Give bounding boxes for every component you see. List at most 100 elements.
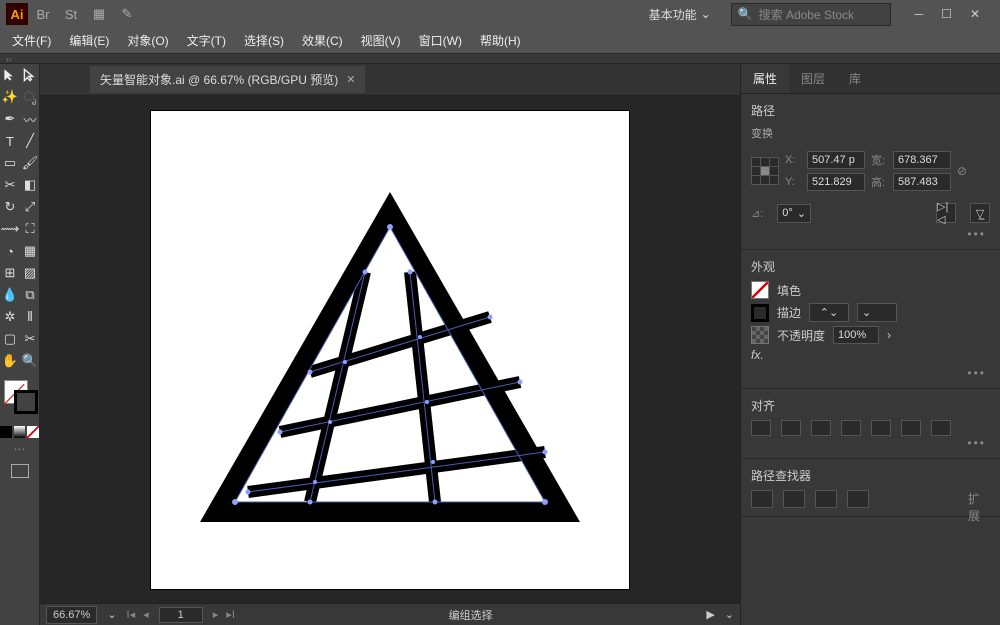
h-input[interactable]: 587.483 <box>893 173 951 191</box>
line-tool[interactable]: ╱ <box>20 130 40 152</box>
nav-prev-icon[interactable]: ◂ <box>143 608 149 621</box>
fill-stroke-control[interactable] <box>0 378 40 424</box>
pathfinder-expand-label[interactable]: 扩展 <box>968 490 990 508</box>
shape-builder-tool[interactable]: ◔ <box>0 240 20 262</box>
close-tab-icon[interactable]: ✕ <box>346 73 355 86</box>
artboard-tool[interactable]: ▢ <box>0 328 20 350</box>
transform-more-icon[interactable]: ••• <box>751 227 990 241</box>
tab-libraries[interactable]: 库 <box>837 64 873 93</box>
hand-tool[interactable]: ✋ <box>0 350 20 372</box>
bridge-icon[interactable]: Br <box>34 5 52 23</box>
status-chevron-icon[interactable]: ⌄ <box>725 608 734 621</box>
opacity-swatch[interactable] <box>751 326 769 344</box>
align-right-button[interactable] <box>811 420 831 436</box>
align-left-button[interactable] <box>751 420 771 436</box>
document-tab[interactable]: 矢量智能对象.ai @ 66.67% (RGB/GPU 预览) ✕ <box>90 66 365 93</box>
w-input[interactable]: 678.367 <box>893 151 951 169</box>
align-hcenter-button[interactable] <box>781 420 801 436</box>
reference-point-selector[interactable] <box>751 157 779 185</box>
nav-last-icon[interactable]: ▸I <box>226 608 235 621</box>
menu-effect[interactable]: 效果(C) <box>294 29 351 52</box>
eraser-tool[interactable]: ◧ <box>20 174 40 196</box>
align-vcenter-button[interactable] <box>871 420 891 436</box>
align-bottom-button[interactable] <box>901 420 921 436</box>
stock-search[interactable]: 🔍 搜索 Adobe Stock <box>731 3 891 26</box>
eyedropper-tool[interactable]: 💧 <box>0 284 20 306</box>
shaper-tool[interactable]: ✂ <box>0 174 20 196</box>
artboard-number[interactable]: 1 <box>159 607 203 623</box>
menu-select[interactable]: 选择(S) <box>236 29 292 52</box>
opacity-input[interactable]: 100% <box>833 326 879 344</box>
canvas[interactable] <box>40 96 740 603</box>
mesh-tool[interactable]: ⊞ <box>0 262 20 284</box>
width-tool[interactable]: ⟿ <box>0 218 20 240</box>
align-top-button[interactable] <box>841 420 861 436</box>
blend-tool[interactable]: ⧉ <box>20 284 40 306</box>
tab-layers[interactable]: 图层 <box>789 64 837 93</box>
brush-icon[interactable]: ✎ <box>118 5 136 23</box>
scale-tool[interactable]: ⤢ <box>20 196 40 218</box>
menu-file[interactable]: 文件(F) <box>4 29 59 52</box>
flip-horizontal-button[interactable]: ▷|◁ <box>936 203 956 223</box>
angle-input[interactable]: 0°⌄ <box>777 204 811 223</box>
curvature-tool[interactable]: 〰 <box>20 108 40 130</box>
link-wh-icon[interactable]: ⊘ <box>957 164 967 178</box>
nav-first-icon[interactable]: I◂ <box>127 608 136 621</box>
appearance-more-icon[interactable]: ••• <box>751 366 990 380</box>
menu-window[interactable]: 窗口(W) <box>411 29 470 52</box>
flip-vertical-button[interactable]: ▽̲ <box>970 203 990 223</box>
free-transform-tool[interactable]: ⛶ <box>20 218 40 240</box>
perspective-tool[interactable]: ▦ <box>20 240 40 262</box>
rotate-tool[interactable]: ↻ <box>0 196 20 218</box>
maximize-button[interactable]: ☐ <box>941 7 952 21</box>
type-tool[interactable]: T <box>0 130 20 152</box>
pathfinder-minus-front-button[interactable] <box>783 490 805 508</box>
stroke-weight-stepper[interactable]: ⌃⌄ <box>809 303 849 322</box>
zoom-chevron-icon[interactable]: ⌄ <box>107 608 116 621</box>
nav-next-icon[interactable]: ▸ <box>213 608 219 621</box>
stock-icon[interactable]: St <box>62 5 80 23</box>
magic-wand-tool[interactable]: ✨ <box>0 86 20 108</box>
menu-edit[interactable]: 编辑(E) <box>61 29 117 52</box>
direct-selection-tool[interactable] <box>20 64 40 86</box>
lasso-tool[interactable]: ೃ <box>20 86 40 108</box>
paintbrush-tool[interactable]: 🖌 <box>20 152 40 174</box>
play-icon[interactable]: ▶ <box>706 608 714 621</box>
zoom-tool[interactable]: 🔍 <box>20 350 40 372</box>
close-button[interactable]: ✕ <box>970 7 980 21</box>
draw-mode-dots[interactable]: ⋯ <box>0 442 39 456</box>
y-input[interactable]: 521.829 <box>807 173 865 191</box>
stroke-swatch[interactable] <box>14 390 38 414</box>
color-mode-gradient[interactable] <box>14 426 26 438</box>
pathfinder-intersect-button[interactable] <box>815 490 837 508</box>
menu-help[interactable]: 帮助(H) <box>472 29 529 52</box>
workspace-switcher[interactable]: 基本功能 ⌄ <box>643 4 717 25</box>
distribute-button[interactable] <box>931 420 951 436</box>
menu-type[interactable]: 文字(T) <box>179 29 234 52</box>
rectangle-tool[interactable]: ▭ <box>0 152 20 174</box>
selection-tool[interactable] <box>0 64 20 86</box>
color-mode-none[interactable] <box>27 426 39 438</box>
tab-properties[interactable]: 属性 <box>741 64 789 93</box>
control-bar-grip[interactable]: ‹‹ <box>0 54 1000 64</box>
screen-mode-button[interactable] <box>0 464 39 478</box>
gradient-tool[interactable]: ▨ <box>20 262 40 284</box>
menu-view[interactable]: 视图(V) <box>353 29 409 52</box>
stroke-color-swatch[interactable] <box>751 304 769 322</box>
x-input[interactable]: 507.47 p <box>807 151 865 169</box>
color-mode-solid[interactable] <box>0 426 12 438</box>
fill-color-swatch[interactable] <box>751 281 769 299</box>
symbol-sprayer-tool[interactable]: ✲ <box>0 306 20 328</box>
stroke-weight-dropdown[interactable]: ⌄ <box>857 303 897 322</box>
slice-tool[interactable]: ✂ <box>20 328 40 350</box>
opacity-chevron-icon[interactable]: › <box>887 328 891 342</box>
align-more-icon[interactable]: ••• <box>751 436 990 450</box>
minimize-button[interactable]: ─ <box>915 7 924 21</box>
pathfinder-unite-button[interactable] <box>751 490 773 508</box>
column-graph-tool[interactable]: ⫴ <box>20 306 40 328</box>
pen-tool[interactable]: ✒ <box>0 108 20 130</box>
selected-path-triangle[interactable] <box>190 182 590 532</box>
menu-object[interactable]: 对象(O) <box>119 29 176 52</box>
zoom-level[interactable]: 66.67% <box>46 606 97 624</box>
arrange-icon[interactable]: ▦ <box>90 5 108 23</box>
